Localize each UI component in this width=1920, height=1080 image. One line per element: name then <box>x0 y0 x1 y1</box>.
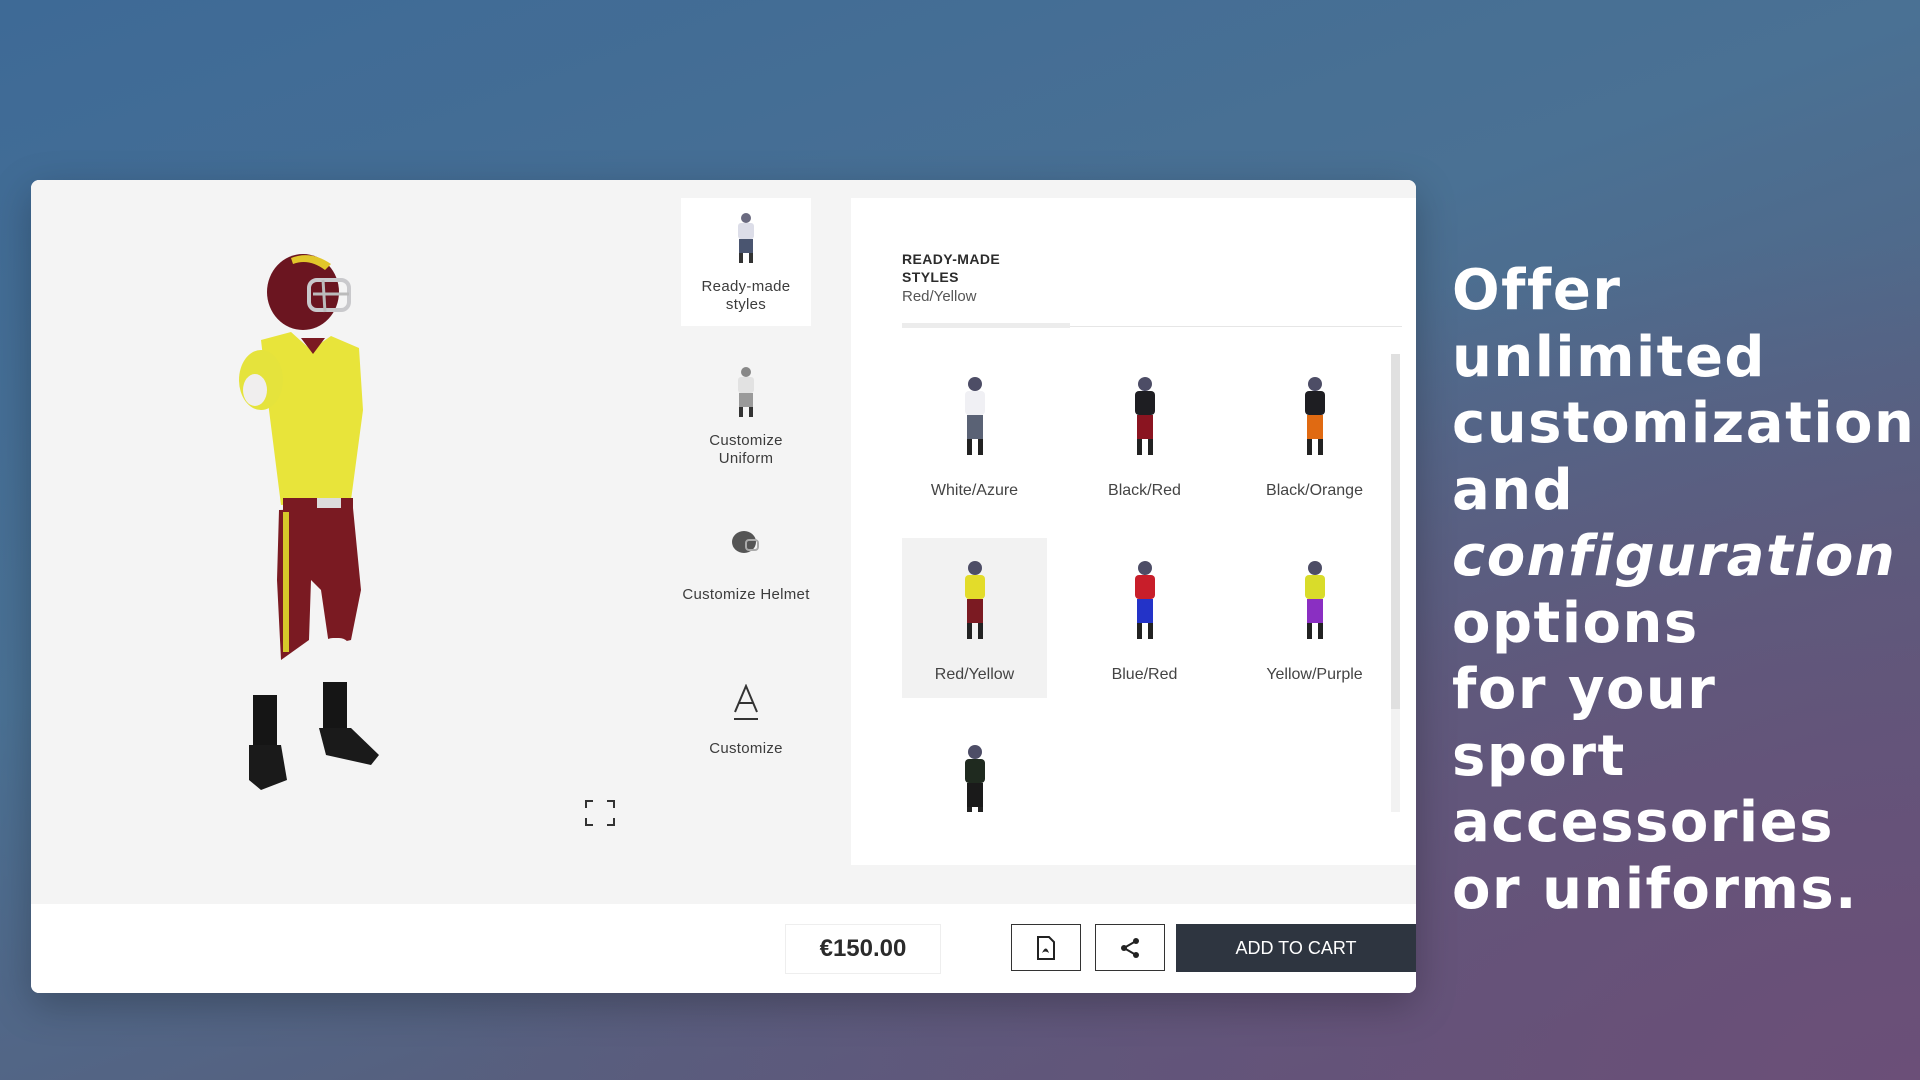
selected-style-label: Red/Yellow <box>902 288 977 305</box>
headline-line: customization <box>1452 391 1916 456</box>
style-tile-label: Yellow/Purple <box>1266 666 1363 683</box>
style-tile-label: Black/Orange <box>1266 482 1363 499</box>
price-display: €150.00 <box>785 924 941 974</box>
helmet <box>267 254 351 330</box>
style-tile[interactable]: Red/Yellow <box>902 538 1047 698</box>
nav-item-ready-made-styles[interactable]: Ready-made styles <box>681 198 811 326</box>
nav-item-customize-helmet[interactable]: Customize Helmet <box>681 506 811 634</box>
nav-item-customize-uniform[interactable]: Customize Uniform <box>681 352 811 480</box>
uniform-thumbnail-icon <box>964 377 985 455</box>
uniform-thumbnail-icon <box>738 213 754 263</box>
share-button[interactable] <box>1095 924 1165 971</box>
configurator-card: Ready-made styles Customize Uniform Cust… <box>31 180 1416 993</box>
scrollbar-thumb[interactable] <box>1391 354 1400 709</box>
add-to-cart-button[interactable]: ADD TO CART <box>1176 924 1416 972</box>
uniform-thumbnail-icon <box>1134 377 1155 455</box>
uniform-thumbnail-icon <box>1304 377 1325 455</box>
uniform-thumbnail-icon <box>964 745 985 812</box>
panel-title: READY-MADE STYLES <box>902 251 1001 285</box>
headline-line: options <box>1452 590 1699 656</box>
promo-headline: Offer unlimited customization and configurat… <box>1452 258 1916 923</box>
headline-line: for your <box>1452 657 1717 722</box>
style-tile[interactable]: Black/Orange <box>1242 354 1387 514</box>
pdf-icon <box>1037 935 1055 960</box>
headline-line: or uniforms. <box>1452 856 1858 922</box>
headline-line: sport <box>1452 723 1626 789</box>
style-tile-label: White/Azure <box>930 482 1019 499</box>
nav-item-label: Customize Helmet <box>682 586 810 603</box>
nav-item-label: Ready-made styles <box>701 278 791 313</box>
nav-item-customize[interactable]: Customize <box>681 660 811 788</box>
style-tile[interactable]: Yellow/Purple <box>1242 538 1387 698</box>
headline-line: configuration <box>1452 524 1897 589</box>
styles-grid: White/Azure Black/Red Black/Orange Red/Yell… <box>902 354 1388 812</box>
style-tile[interactable]: Blue/Red <box>1072 538 1217 698</box>
uniform-silhouette-icon <box>738 367 754 417</box>
nav-item-label: Customize Uniform <box>709 432 783 467</box>
headline-line: accessories <box>1452 790 1834 855</box>
customization-nav: Ready-made styles Customize Uniform Cust… <box>681 198 811 814</box>
style-tile-label: Black/Red <box>1108 482 1181 499</box>
nav-item-label: Customize <box>709 740 783 757</box>
uniform-thumbnail-icon <box>1134 561 1155 639</box>
styles-panel: READY-MADE STYLES Red/Yellow White/Azure… <box>851 198 1416 865</box>
headline-line: and <box>1452 457 1575 523</box>
player-3d-model[interactable] <box>221 250 471 830</box>
uniform-thumbnail-icon <box>1304 561 1325 639</box>
headline-line: Offer <box>1452 258 1622 323</box>
style-tile[interactable] <box>902 722 1047 812</box>
style-tile-label: Blue/Red <box>1111 666 1178 683</box>
fullscreen-icon[interactable] <box>584 799 616 827</box>
bottom-bar: €150.00 ADD TO CART <box>31 904 1416 993</box>
share-icon <box>1121 937 1139 958</box>
uniform-thumbnail-icon <box>964 561 985 639</box>
style-tile-label: Red/Yellow <box>934 666 1015 683</box>
style-tile[interactable]: White/Azure <box>902 354 1047 514</box>
text-a-icon <box>734 684 758 720</box>
panel-progress-underline <box>902 323 1070 328</box>
headline-line: unlimited <box>1452 324 1767 390</box>
style-tile[interactable]: Black/Red <box>1072 354 1217 514</box>
helmet-icon <box>732 531 759 553</box>
download-pdf-button[interactable] <box>1011 924 1081 971</box>
preview-stage: Ready-made styles Customize Uniform Cust… <box>31 180 1416 904</box>
